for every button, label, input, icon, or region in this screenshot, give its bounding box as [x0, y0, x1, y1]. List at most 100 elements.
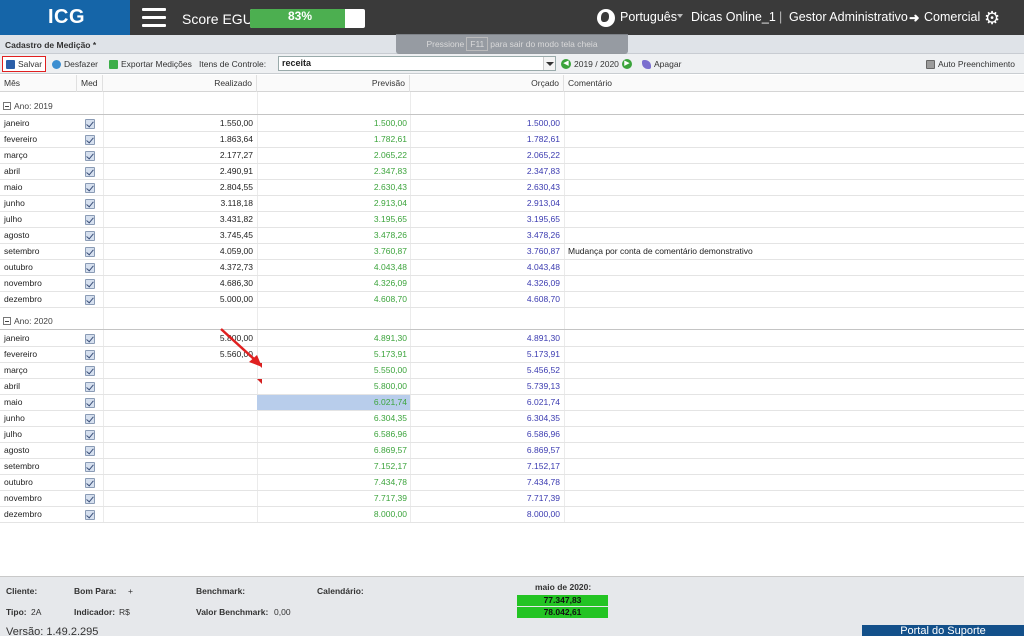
med-checkbox[interactable]	[85, 382, 95, 392]
med-checkbox[interactable]	[85, 231, 95, 241]
cell-realizado[interactable]: 5.000,00	[220, 292, 253, 307]
cell-orcado: 5.739,13	[526, 381, 560, 391]
prev-period-icon[interactable]: ◀	[561, 59, 571, 69]
med-checkbox[interactable]	[85, 462, 95, 472]
collapse-icon[interactable]	[3, 317, 11, 325]
med-checkbox[interactable]	[85, 279, 95, 289]
next-period-icon[interactable]: ▶	[621, 59, 632, 69]
cell-realizado[interactable]: 3.431,82	[220, 212, 253, 227]
collapse-icon[interactable]	[3, 102, 11, 110]
med-checkbox[interactable]	[85, 446, 95, 456]
cell-previsao[interactable]: 2.065,22	[374, 148, 407, 163]
cell-orcado: 4.891,30	[526, 333, 560, 343]
cell-realizado[interactable]: 1.550,00	[220, 116, 253, 131]
cell-realizado[interactable]: 4.372,73	[220, 260, 253, 275]
med-checkbox[interactable]	[85, 119, 95, 129]
med-checkbox[interactable]	[85, 215, 95, 225]
cell-realizado[interactable]: 1.863,64	[220, 132, 253, 147]
med-checkbox[interactable]	[85, 167, 95, 177]
cell-previsao[interactable]: 6.586,96	[374, 427, 407, 442]
cell-mes: fevereiro	[4, 134, 38, 144]
med-checkbox[interactable]	[85, 135, 95, 145]
cell-realizado[interactable]: 2.490,91	[220, 164, 253, 179]
group-row[interactable]: Ano: 2020	[0, 313, 1024, 330]
cell-realizado[interactable]: 2.804,55	[220, 180, 253, 195]
cell-previsao[interactable]: 2.347,83	[374, 164, 407, 179]
column-header-med[interactable]: Med	[77, 75, 103, 92]
cell-previsao[interactable]: 4.043,48	[374, 260, 407, 275]
logo[interactable]: ICG	[48, 6, 85, 29]
cell-previsao[interactable]: 5.550,00	[374, 363, 407, 378]
auto-fill-button[interactable]: Auto Preenchimento	[926, 57, 1015, 71]
items-select[interactable]: receita	[278, 56, 556, 71]
user-name[interactable]: Dicas Online_1	[691, 10, 776, 24]
med-checkbox[interactable]	[85, 494, 95, 504]
cell-previsao[interactable]: 2.913,04	[374, 196, 407, 211]
cell-previsao[interactable]: 1.782,61	[374, 132, 407, 147]
med-checkbox[interactable]	[85, 199, 95, 209]
logo-area[interactable]: ICG	[0, 0, 130, 35]
cell-previsao[interactable]: 7.152,17	[374, 459, 407, 474]
cell-previsao[interactable]: 6.869,57	[374, 443, 407, 458]
cell-realizado[interactable]: 3.118,18	[221, 196, 253, 211]
cell-previsao[interactable]: 2.630,43	[374, 180, 407, 195]
cell-mes: julho	[4, 429, 22, 439]
med-checkbox[interactable]	[85, 295, 95, 305]
med-checkbox[interactable]	[85, 334, 95, 344]
cell-previsao[interactable]: 5.800,00	[374, 379, 407, 394]
cell-previsao[interactable]: 6.021,74	[374, 395, 407, 410]
cell-previsao[interactable]: 4.326,09	[374, 276, 407, 291]
column-header-previsao[interactable]: Previsão	[257, 75, 410, 92]
cell-orcado: 5.456,52	[526, 365, 560, 375]
cell-mes: janeiro	[4, 118, 30, 128]
column-header-orcado[interactable]: Orçado	[410, 75, 564, 92]
cell-realizado[interactable]: 4.059,00	[220, 244, 253, 259]
table-row: abril 5.800,00 5.739,13	[0, 379, 1024, 395]
cell-previsao[interactable]: 6.304,35	[374, 411, 407, 426]
med-checkbox[interactable]	[85, 183, 95, 193]
cell-realizado[interactable]: 2.177,27	[220, 148, 253, 163]
gear-icon[interactable]: ⚙	[984, 9, 1000, 27]
cell-realizado[interactable]: 4.686,30	[220, 276, 253, 291]
med-checkbox[interactable]	[85, 247, 95, 257]
cell-comentario[interactable]: Mudança por conta de comentário demonstr…	[568, 244, 753, 259]
group-row[interactable]: Ano: 2019	[0, 98, 1024, 115]
delete-button[interactable]: Apagar	[642, 57, 681, 71]
cell-realizado[interactable]: 5.800,00	[220, 331, 253, 346]
undo-button[interactable]: Desfazer	[52, 57, 98, 71]
portal-link[interactable]: Portal do Suporte	[862, 625, 1024, 636]
save-button[interactable]: Salvar	[2, 56, 47, 72]
cell-previsao[interactable]: 4.608,70	[374, 292, 407, 307]
med-checkbox[interactable]	[85, 510, 95, 520]
med-checkbox[interactable]	[85, 350, 95, 360]
med-checkbox[interactable]	[85, 414, 95, 424]
column-header-realizado[interactable]: Realizado	[103, 75, 257, 92]
hamburger-icon[interactable]	[142, 8, 166, 27]
med-checkbox[interactable]	[85, 398, 95, 408]
globe-icon[interactable]	[597, 9, 615, 27]
cell-previsao[interactable]: 8.000,00	[374, 507, 407, 522]
cell-previsao[interactable]: 5.173,91	[374, 347, 407, 362]
export-button[interactable]: Exportar Medições	[109, 57, 192, 71]
med-checkbox[interactable]	[85, 430, 95, 440]
role-from[interactable]: Gestor Administrativo	[789, 10, 908, 24]
cell-realizado[interactable]: 5.560,00	[220, 347, 253, 362]
cell-previsao[interactable]: 7.434,78	[374, 475, 407, 490]
column-header-comentario[interactable]: Comentário	[564, 75, 1024, 92]
cell-previsao[interactable]: 7.717,39	[374, 491, 407, 506]
cell-previsao[interactable]: 4.891,30	[374, 331, 407, 346]
med-checkbox[interactable]	[85, 478, 95, 488]
med-checkbox[interactable]	[85, 151, 95, 161]
chevron-down-icon[interactable]	[543, 57, 555, 70]
cell-previsao[interactable]: 3.760,87	[374, 244, 407, 259]
med-checkbox[interactable]	[85, 263, 95, 273]
language-selector[interactable]: Português	[620, 10, 677, 24]
med-checkbox[interactable]	[85, 366, 95, 376]
cell-previsao[interactable]: 3.195,65	[374, 212, 407, 227]
cell-realizado[interactable]: 3.745,45	[220, 228, 253, 243]
column-header-mes[interactable]: Mês	[0, 75, 77, 92]
cell-previsao[interactable]: 3.478,26	[374, 228, 407, 243]
role-to[interactable]: Comercial	[924, 10, 980, 24]
cell-previsao[interactable]: 1.500,00	[374, 116, 407, 131]
table-row: agosto 6.869,57 6.869,57	[0, 443, 1024, 459]
